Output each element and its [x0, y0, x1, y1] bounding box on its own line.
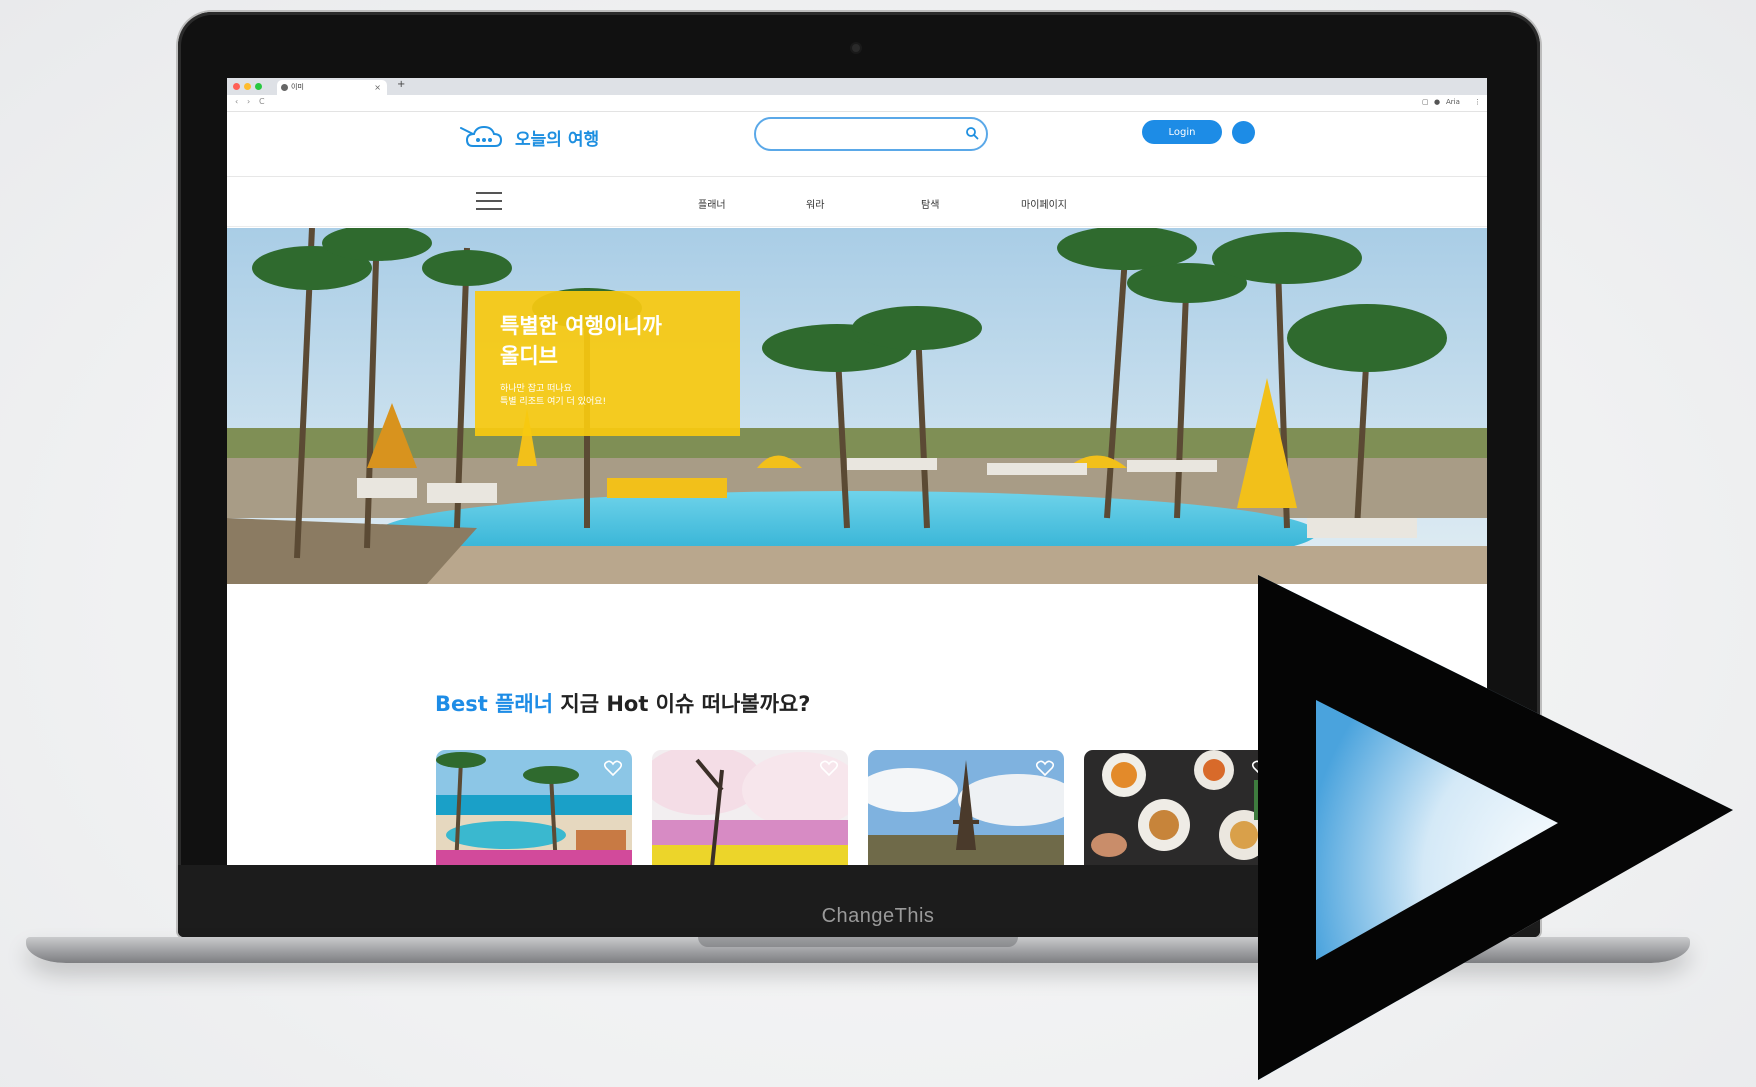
nav-item-mypage[interactable]: 마이페이지 [1021, 196, 1067, 211]
new-tab-button[interactable]: + [397, 79, 405, 90]
hero-resort-image [227, 225, 1487, 584]
login-button[interactable]: Login [1142, 120, 1222, 144]
camera-icon [852, 44, 860, 52]
tab-title: 이미 [291, 83, 304, 91]
section-title-highlight: Best 플래너 [435, 692, 554, 716]
profile-icon[interactable]: ● [1434, 98, 1440, 106]
laptop-notch [698, 937, 1018, 947]
avatar[interactable] [1232, 121, 1255, 144]
logo-text[interactable]: 오늘의 여행 [515, 125, 599, 150]
browser-tab[interactable]: 이미 × [277, 80, 387, 95]
card-image-eiffel [868, 750, 1064, 867]
more-icon[interactable]: ⋮ [1474, 98, 1481, 106]
play-icon[interactable] [1228, 555, 1756, 1087]
hero-banner: 특별한 여행이니까 올디브 하나만 잡고 떠나요 특별 리조트 여기 더 있어요… [227, 225, 1487, 584]
back-icon[interactable]: ‹ [235, 97, 238, 106]
hero-promo-card[interactable]: 특별한 여행이니까 올디브 하나만 잡고 떠나요 특별 리조트 여기 더 있어요… [475, 291, 740, 436]
search-input[interactable] [754, 117, 988, 151]
nav-item-explore[interactable]: 탐색 [921, 196, 939, 211]
maximize-window-icon[interactable] [255, 83, 262, 90]
nav-item-planner[interactable]: 플래너 [698, 196, 726, 211]
card-image-blossom [652, 750, 848, 867]
nav-divider [227, 226, 1487, 227]
header-divider [227, 176, 1487, 177]
profile-name[interactable]: Aria [1446, 98, 1460, 106]
browser-tab-bar: 이미 × + [227, 78, 1487, 95]
tab-close-icon[interactable]: × [374, 80, 381, 95]
logo-cloud-icon [460, 125, 503, 147]
hero-subtitle: 하나만 잡고 떠나요 특별 리조트 여기 더 있어요! [500, 384, 607, 407]
heart-icon[interactable] [820, 760, 838, 776]
section-title-rest: 지금 Hot 이슈 떠나볼까요? [553, 692, 811, 716]
hero-title: 특별한 여행이니까 올디브 [500, 314, 662, 368]
card-image-beach [436, 750, 632, 867]
heart-icon[interactable] [1036, 760, 1054, 776]
extension-icon[interactable]: ▢ [1422, 98, 1429, 106]
minimize-window-icon[interactable] [244, 83, 251, 90]
forward-icon[interactable]: › [247, 97, 250, 106]
search-icon[interactable] [965, 126, 979, 140]
section-title: Best 플래너 지금 Hot 이슈 떠나볼까요? [435, 688, 810, 718]
tab-favicon-icon [281, 84, 288, 91]
planner-card-blossom[interactable] [652, 750, 848, 867]
hamburger-menu-icon[interactable] [476, 192, 502, 212]
address-bar: ‹ › C ▢ ● Aria ⋮ [227, 95, 1487, 112]
planner-card-beach[interactable] [436, 750, 632, 867]
close-window-icon[interactable] [233, 83, 240, 90]
nav-item-2[interactable]: 워라 [806, 196, 824, 211]
reload-icon[interactable]: C [259, 97, 265, 106]
planner-card-paris[interactable] [868, 750, 1064, 867]
heart-icon[interactable] [604, 760, 622, 776]
